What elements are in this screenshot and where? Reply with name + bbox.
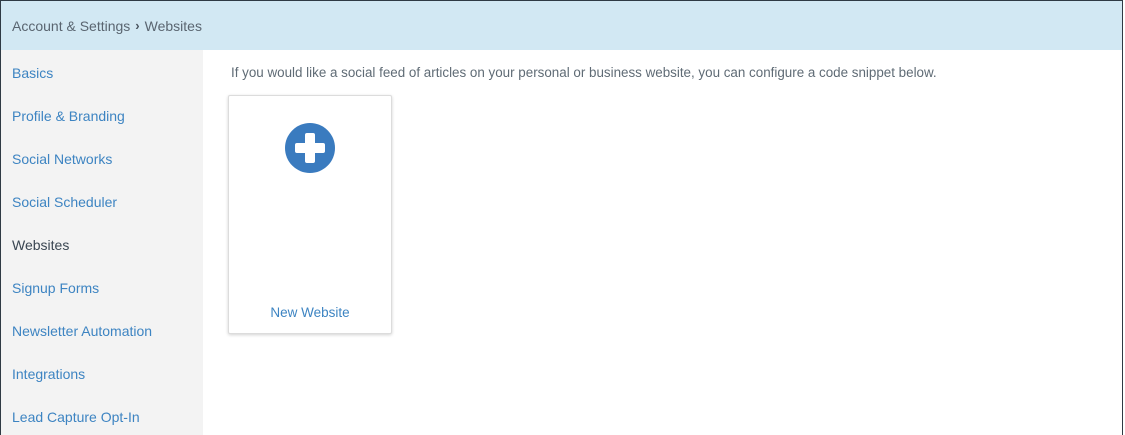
main-content: If you would like a social feed of artic… <box>203 50 1122 435</box>
plus-circle-icon <box>285 123 335 173</box>
sidebar-item-newsletter-automation[interactable]: Newsletter Automation <box>12 323 152 339</box>
breadcrumb-current: Websites <box>144 17 202 34</box>
breadcrumb-separator-icon: › <box>135 18 140 33</box>
intro-text: If you would like a social feed of artic… <box>231 65 937 80</box>
breadcrumb-parent[interactable]: Account & Settings <box>12 18 130 34</box>
sidebar-item-integrations[interactable]: Integrations <box>12 366 85 382</box>
new-website-label: New Website <box>270 305 350 320</box>
sidebar-item-websites[interactable]: Websites <box>12 237 69 253</box>
app-frame: Account & Settings › Websites Basics Pro… <box>0 0 1123 435</box>
sidebar-item-lead-capture-opt-in[interactable]: Lead Capture Opt-In <box>12 409 140 425</box>
sidebar-item-basics[interactable]: Basics <box>12 65 53 81</box>
sidebar-item-signup-forms[interactable]: Signup Forms <box>12 280 99 296</box>
breadcrumb: Account & Settings › Websites <box>1 0 1122 50</box>
new-website-card[interactable]: New Website <box>228 95 392 334</box>
sidebar-item-social-networks[interactable]: Social Networks <box>12 151 112 167</box>
settings-sidebar: Basics Profile & Branding Social Network… <box>1 50 203 435</box>
sidebar-item-social-scheduler[interactable]: Social Scheduler <box>12 194 117 210</box>
sidebar-item-profile-branding[interactable]: Profile & Branding <box>12 108 125 124</box>
